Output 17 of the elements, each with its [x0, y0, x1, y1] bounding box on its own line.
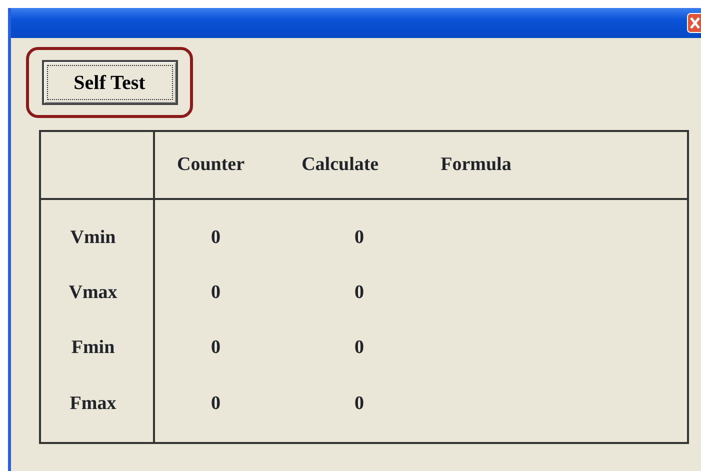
row-label: Fmin: [71, 336, 115, 360]
table-cell-text: 0: [354, 281, 364, 306]
row-label: Vmin: [70, 226, 116, 250]
table-cell-text: 0: [211, 226, 220, 250]
table-cell-text: 0: [354, 226, 364, 250]
row-label: Fmax: [70, 392, 116, 416]
self-test-button[interactable]: Self Test: [42, 60, 178, 105]
close-icon[interactable]: [687, 13, 701, 33]
table-cell-text: 0: [211, 281, 220, 306]
row-label: Vmax: [68, 281, 118, 306]
column-header: Formula: [440, 152, 512, 177]
table-cell-text: 0: [211, 336, 220, 360]
table-cell-text: 0: [211, 392, 220, 416]
table-cell-text: 0: [354, 392, 364, 416]
table-cell-text: 0: [354, 336, 364, 360]
column-header: Calculate: [302, 152, 379, 177]
column-header: Counter: [177, 152, 245, 177]
